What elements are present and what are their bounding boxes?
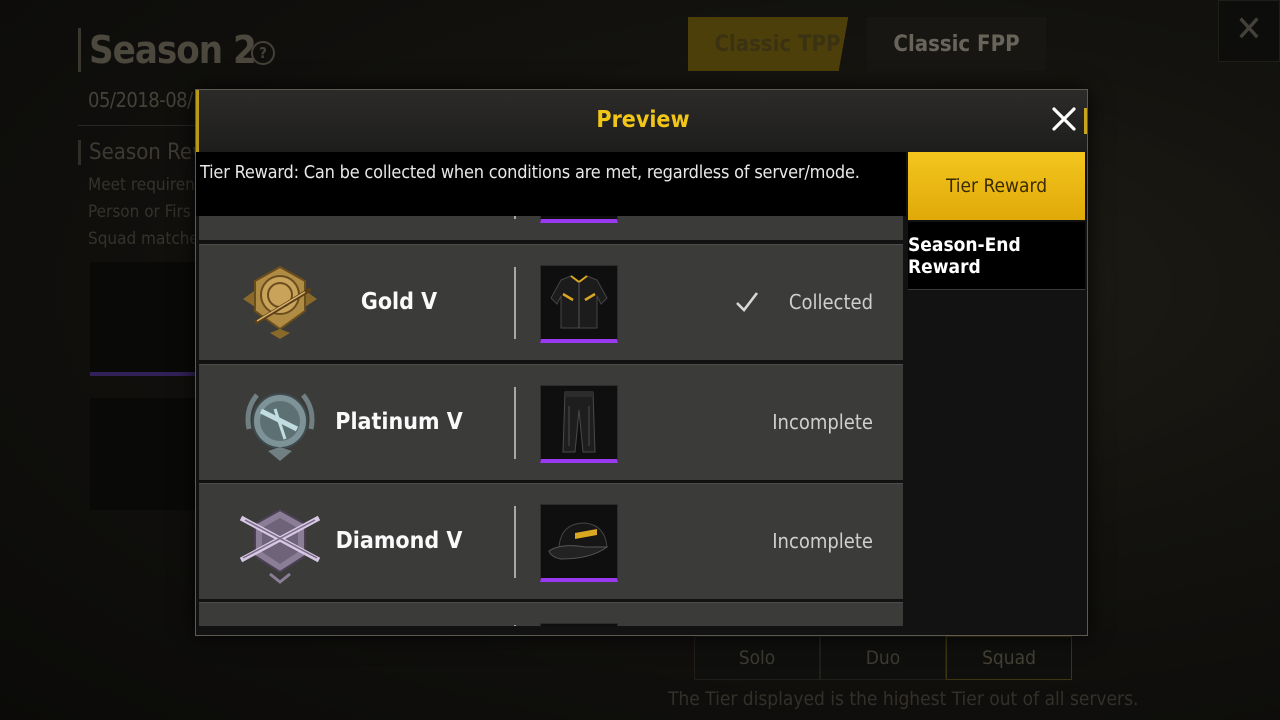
modal-title: Preview	[596, 107, 690, 133]
gold-tier-badge-icon	[235, 259, 325, 349]
preview-modal: Preview Tier Reward: Can be collected wh…	[195, 89, 1088, 636]
status-label: Incomplete	[772, 529, 873, 553]
reward-thumbnail[interactable]	[540, 623, 618, 626]
close-icon[interactable]	[1047, 102, 1081, 136]
reward-type-sidebar: Tier Reward Season-End Reward	[908, 152, 1087, 635]
tab-tier-reward[interactable]: Tier Reward	[908, 152, 1085, 220]
list-item: Platinum V Incomplete	[199, 364, 903, 480]
modal-header: Preview	[196, 90, 1087, 152]
divider	[514, 216, 516, 219]
reward-thumbnail[interactable]	[540, 216, 618, 223]
status-label: Collected	[788, 290, 873, 314]
divider	[514, 387, 516, 459]
list-item: Diamond V Incomplete	[199, 483, 903, 599]
check-icon	[734, 289, 760, 315]
tier-name: Diamond V	[335, 528, 463, 554]
divider	[514, 506, 516, 578]
list-item: Gold V Collected	[199, 244, 903, 360]
tier-name: Platinum V	[335, 409, 463, 435]
reward-pants-thumbnail[interactable]	[540, 385, 618, 463]
reward-cap-thumbnail[interactable]	[540, 504, 618, 582]
tier-reward-tip: Tier Reward: Can be collected when condi…	[196, 152, 906, 216]
status-label: Incomplete	[772, 410, 873, 434]
tier-reward-list[interactable]: Gold V Collected Platinum V Incomplete D…	[199, 216, 904, 626]
reward-jacket-thumbnail[interactable]	[540, 265, 618, 343]
tab-season-end-reward[interactable]: Season-End Reward	[908, 222, 1085, 290]
list-item	[199, 602, 903, 626]
divider	[514, 267, 516, 339]
diamond-tier-badge-icon	[235, 498, 325, 588]
divider	[514, 625, 516, 626]
tier-name: Gold V	[360, 289, 438, 315]
list-item	[199, 216, 903, 240]
platinum-tier-badge-icon	[235, 379, 325, 469]
